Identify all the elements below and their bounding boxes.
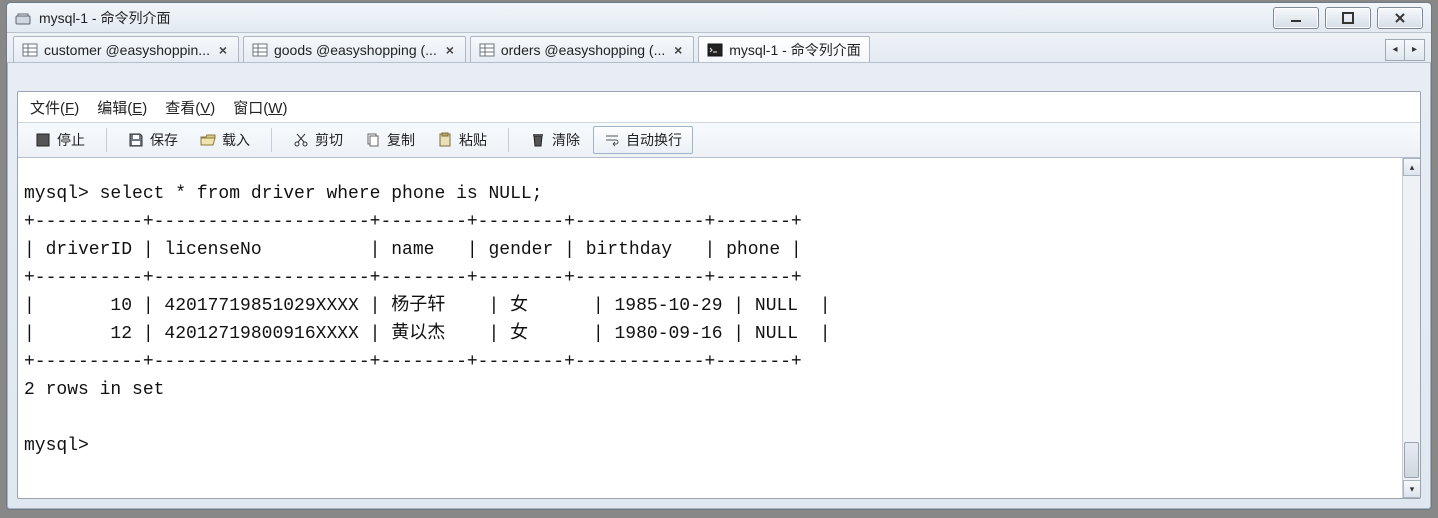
wrap-label: 自动换行 bbox=[626, 130, 682, 150]
close-icon[interactable]: × bbox=[671, 43, 685, 57]
copy-label: 复制 bbox=[387, 130, 415, 150]
clipboard-icon bbox=[437, 132, 453, 148]
tab-label: customer @easyshoppin... bbox=[44, 42, 210, 58]
window-title: mysql-1 - 命令列介面 bbox=[39, 8, 170, 28]
console-icon bbox=[707, 42, 723, 58]
load-button[interactable]: 载入 bbox=[191, 126, 259, 154]
close-icon[interactable]: × bbox=[216, 43, 230, 57]
folder-open-icon bbox=[200, 132, 216, 148]
copy-button[interactable]: 复制 bbox=[356, 126, 424, 154]
tab-label: mysql-1 - 命令列介面 bbox=[729, 40, 860, 60]
menubar: 文件(F) 编辑(E) 查看(V) 窗口(W) bbox=[18, 92, 1420, 122]
save-button[interactable]: 保存 bbox=[119, 126, 187, 154]
stop-icon bbox=[35, 132, 51, 148]
tab-mysql-console[interactable]: mysql-1 - 命令列介面 bbox=[698, 36, 869, 62]
trash-icon bbox=[530, 132, 546, 148]
separator bbox=[271, 128, 272, 152]
stop-label: 停止 bbox=[57, 130, 85, 150]
console-area: mysql> select * from driver where phone … bbox=[18, 158, 1420, 498]
tab-nav: ◂ ▸ bbox=[1385, 33, 1431, 62]
clear-button[interactable]: 清除 bbox=[521, 126, 589, 154]
close-icon[interactable]: × bbox=[443, 43, 457, 57]
menu-view[interactable]: 查看(V) bbox=[165, 97, 215, 118]
menu-window[interactable]: 窗口(W) bbox=[233, 97, 287, 118]
titlebar: mysql-1 - 命令列介面 bbox=[7, 3, 1431, 33]
cut-label: 剪切 bbox=[315, 130, 343, 150]
app-window: mysql-1 - 命令列介面 customer @easyshoppin...… bbox=[6, 2, 1432, 510]
scrollbar[interactable]: ▴ ▾ bbox=[1402, 158, 1420, 498]
save-icon bbox=[128, 132, 144, 148]
tab-label: goods @easyshopping (... bbox=[274, 42, 437, 58]
tab-orders[interactable]: orders @easyshopping (... × bbox=[470, 36, 694, 62]
tab-customer[interactable]: customer @easyshoppin... × bbox=[13, 36, 239, 62]
load-label: 载入 bbox=[222, 130, 250, 150]
paste-label: 粘贴 bbox=[459, 130, 487, 150]
separator bbox=[106, 128, 107, 152]
tab-scroll-right-button[interactable]: ▸ bbox=[1405, 39, 1425, 61]
minimize-button[interactable] bbox=[1273, 7, 1319, 29]
toolbar: 停止 保存 载入 剪切 复制 粘贴 bbox=[18, 122, 1420, 158]
copy-icon bbox=[365, 132, 381, 148]
table-icon bbox=[252, 42, 268, 58]
paste-button[interactable]: 粘贴 bbox=[428, 126, 496, 154]
tab-scroll-left-button[interactable]: ◂ bbox=[1385, 39, 1405, 61]
window-controls bbox=[1273, 7, 1423, 29]
menu-edit[interactable]: 编辑(E) bbox=[97, 97, 147, 118]
clear-label: 清除 bbox=[552, 130, 580, 150]
tab-label: orders @easyshopping (... bbox=[501, 42, 665, 58]
close-button[interactable] bbox=[1377, 7, 1423, 29]
console-output[interactable]: mysql> select * from driver where phone … bbox=[18, 176, 1420, 480]
scroll-thumb[interactable] bbox=[1404, 442, 1419, 478]
document-frame: 文件(F) 编辑(E) 查看(V) 窗口(W) 停止 保存 载入 剪切 bbox=[17, 91, 1421, 499]
maximize-button[interactable] bbox=[1325, 7, 1371, 29]
scissors-icon bbox=[293, 132, 309, 148]
tab-goods[interactable]: goods @easyshopping (... × bbox=[243, 36, 466, 62]
stop-button[interactable]: 停止 bbox=[26, 126, 94, 154]
table-icon bbox=[479, 42, 495, 58]
app-icon bbox=[15, 11, 31, 25]
scroll-up-button[interactable]: ▴ bbox=[1403, 158, 1421, 176]
menu-file[interactable]: 文件(F) bbox=[30, 97, 79, 118]
separator bbox=[508, 128, 509, 152]
scroll-down-button[interactable]: ▾ bbox=[1403, 480, 1421, 498]
tabstrip: customer @easyshoppin... × goods @easysh… bbox=[7, 33, 1431, 63]
save-label: 保存 bbox=[150, 130, 178, 150]
wrap-toggle[interactable]: 自动换行 bbox=[593, 126, 693, 154]
table-icon bbox=[22, 42, 38, 58]
wrap-icon bbox=[604, 132, 620, 148]
cut-button[interactable]: 剪切 bbox=[284, 126, 352, 154]
